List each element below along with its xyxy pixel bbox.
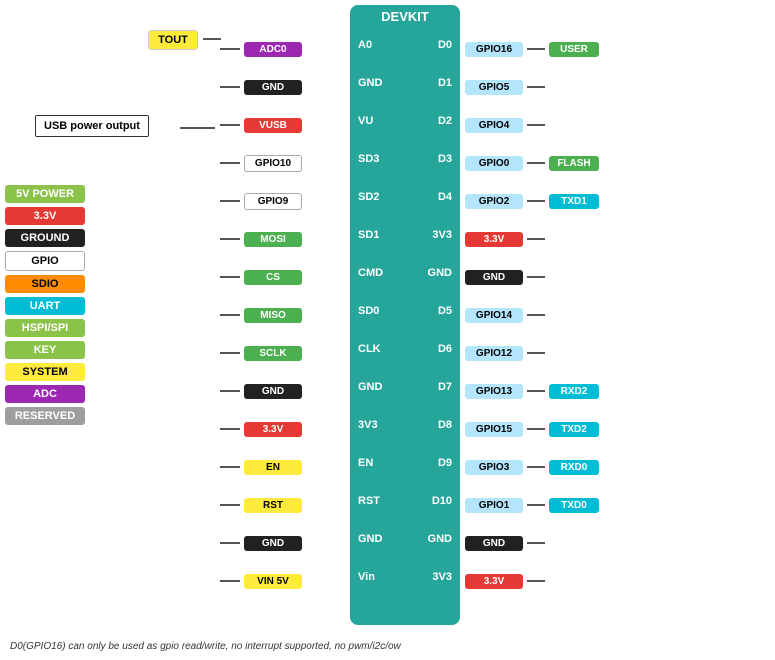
legend-item: RESERVED [5,407,85,425]
left-pin-row: MOSI [220,220,302,258]
legend-item: HSPI/SPI [5,319,85,337]
usb-line [180,127,215,129]
devkit-pin-row: VUD2 [350,102,460,140]
left-pin-row: ADC0 [220,30,302,68]
devkit-pin-row: END9 [350,444,460,482]
right-pin-row: GPIO16USER [465,30,599,68]
right-pin-row: GPIO5 [465,68,599,106]
devkit-pin-row: RSTD10 [350,482,460,520]
left-pin-row: RST [220,486,302,524]
right-pin-row: 3.3V [465,220,599,258]
right-pin-row: 3.3V [465,562,599,600]
devkit-pin-row: SD13V3 [350,216,460,254]
devkit-pin-row: CLKD6 [350,330,460,368]
devkit-pin-row: Vin3V3 [350,558,460,596]
legend-item: 5V POWER [5,185,85,203]
right-pins-container: GPIO16USERGPIO5GPIO4GPIO0FLASHGPIO2TXD13… [465,30,599,600]
devkit-pins: A0D0GNDD1VUD2SD3D3SD2D4SD13V3CMDGNDSD0D5… [350,26,460,625]
left-pin-row: VUSB [220,106,302,144]
right-pin-row: GND [465,258,599,296]
devkit-pin-row: SD2D4 [350,178,460,216]
tout-label: TOUT [148,30,198,50]
legend-item: GROUND [5,229,85,247]
left-pin-row: GND [220,524,302,562]
devkit-pin-row: GNDD7 [350,368,460,406]
right-pin-row: GPIO15TXD2 [465,410,599,448]
legend-item: SDIO [5,275,85,293]
left-pin-row: EN [220,448,302,486]
legend-item: KEY [5,341,85,359]
right-pin-row: GPIO3RXD0 [465,448,599,486]
tout-line [203,38,221,40]
left-pin-row: 3.3V [220,410,302,448]
right-pin-row: GPIO12 [465,334,599,372]
right-pin-row: GPIO0FLASH [465,144,599,182]
usb-power-label: USB power output [35,115,149,137]
devkit-pin-row: SD0D5 [350,292,460,330]
left-pins-container: ADC0GNDVUSBGPIO10GPIO9MOSICSMISOSCLKGND3… [220,30,302,600]
right-pin-row: GPIO14 [465,296,599,334]
legend-item: SYSTEM [5,363,85,381]
left-pin-row: GPIO9 [220,182,302,220]
left-pin-row: SCLK [220,334,302,372]
right-pin-row: GPIO13RXD2 [465,372,599,410]
left-pin-row: GND [220,372,302,410]
devkit-pin-row: CMDGND [350,254,460,292]
right-pin-row: GPIO2TXD1 [465,182,599,220]
footer-note: D0(GPIO16) can only be used as gpio read… [10,641,401,652]
devkit-board: DEVKIT A0D0GNDD1VUD2SD3D3SD2D4SD13V3CMDG… [350,5,460,625]
devkit-title: DEVKIT [381,5,429,26]
left-pin-row: CS [220,258,302,296]
legend: 5V POWER 3.3V GROUND GPIO SDIO UART HSPI/SPI KE… [5,185,85,425]
main-container: DEVKIT A0D0GNDD1VUD2SD3D3SD2D4SD13V3CMDG… [0,0,775,660]
legend-item: ADC [5,385,85,403]
left-pin-row: VIN 5V [220,562,302,600]
legend-item: 3.3V [5,207,85,225]
left-pin-row: GND [220,68,302,106]
right-pin-row: GPIO1TXD0 [465,486,599,524]
legend-item: UART [5,297,85,315]
devkit-pin-row: SD3D3 [350,140,460,178]
right-pin-row: GND [465,524,599,562]
devkit-pin-row: A0D0 [350,26,460,64]
legend-item: GPIO [5,251,85,271]
devkit-pin-row: 3V3D8 [350,406,460,444]
right-pin-row: GPIO4 [465,106,599,144]
devkit-pin-row: GNDD1 [350,64,460,102]
left-pin-row: MISO [220,296,302,334]
left-pin-row: GPIO10 [220,144,302,182]
devkit-pin-row: GNDGND [350,520,460,558]
